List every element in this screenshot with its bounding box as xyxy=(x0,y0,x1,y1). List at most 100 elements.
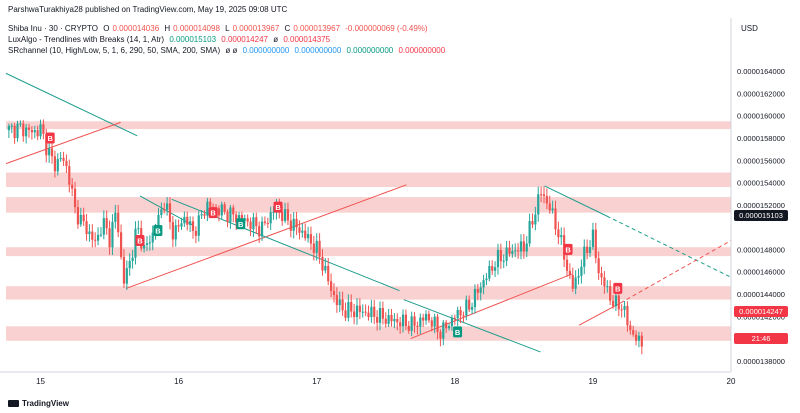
price-tick-1: 0.0000162000 xyxy=(737,89,785,98)
candle-body xyxy=(384,318,387,324)
candle-body xyxy=(249,221,252,230)
candle-57 xyxy=(171,215,174,248)
candle-body xyxy=(640,335,643,347)
trendline-down-8 xyxy=(606,215,732,278)
tradingview-logo-icon xyxy=(8,400,19,407)
candle-15 xyxy=(50,142,54,164)
candle-body xyxy=(131,257,134,262)
candle-body xyxy=(36,130,39,137)
candle-body xyxy=(522,241,525,252)
price-tick-0: 0.0000164000 xyxy=(737,67,785,76)
candle-122 xyxy=(358,298,361,320)
candle-body xyxy=(404,314,408,326)
candle-body xyxy=(508,247,511,254)
candle-body xyxy=(479,287,482,293)
candle-body xyxy=(33,130,36,133)
candle-body xyxy=(119,232,123,257)
candle-body xyxy=(540,194,543,196)
tradingview-logo[interactable]: TradingView xyxy=(8,399,69,408)
candle-body xyxy=(329,281,333,291)
candle-161 xyxy=(470,302,474,315)
candle-body xyxy=(174,225,177,240)
candle-body xyxy=(459,309,462,316)
candle-172 xyxy=(502,254,505,269)
candlestick-chart: B B B B B B B B B 0.0000164000 0.0000162000 0.0000… xyxy=(0,18,785,386)
break-marker-down-5: B xyxy=(273,201,283,213)
candle-184 xyxy=(537,186,540,222)
candle-body xyxy=(485,278,488,281)
candle-20 xyxy=(65,154,68,173)
candle-58 xyxy=(174,219,177,247)
candle-body xyxy=(260,221,264,237)
break-marker-down-3: B xyxy=(208,207,218,219)
candle-body xyxy=(48,148,51,156)
candle-86 xyxy=(255,212,258,234)
candle-132 xyxy=(387,308,390,327)
candle-body xyxy=(65,160,68,167)
candle-133 xyxy=(390,308,393,327)
break-marker-label: B xyxy=(615,284,621,293)
candle-body xyxy=(525,243,528,252)
candle-18 xyxy=(59,151,62,162)
break-marker-label: B xyxy=(565,245,571,254)
candle-body xyxy=(609,286,612,301)
candle-body xyxy=(364,311,367,313)
candle-body xyxy=(445,322,448,329)
candle-body xyxy=(189,221,192,225)
candle-62 xyxy=(186,211,189,231)
candle-32 xyxy=(99,227,103,238)
time-axis[interactable]: 15 16 17 18 19 20 xyxy=(36,377,736,386)
ohlc-open: O 0.000014036 xyxy=(103,24,160,33)
candle-body xyxy=(203,214,206,216)
candle-191 xyxy=(557,221,560,245)
candle-body xyxy=(281,211,284,221)
indicator-srchannel-name: SRchannel (10, High/Low, 5, 1, 6, 290, 5… xyxy=(8,46,221,55)
candle-body xyxy=(114,212,117,222)
candle-120 xyxy=(353,303,356,325)
indicator-srchannel-legend[interactable]: SRchannel (10, High/Low, 5, 1, 6, 290, 5… xyxy=(8,46,448,56)
candle-body xyxy=(632,330,635,335)
candle-body xyxy=(309,234,313,244)
candle-45 xyxy=(137,220,140,234)
candle-body xyxy=(76,207,80,225)
time-tick-18: 18 xyxy=(450,377,459,386)
indicator-trendlines-legend[interactable]: LuxAlgo - Trendlines with Breaks (14, 1,… xyxy=(8,35,333,45)
break-marker-label: B xyxy=(455,328,461,337)
candle-body xyxy=(292,218,295,231)
candle-body xyxy=(554,208,557,230)
symbol-name[interactable]: Shiba Inu · 30 · CRYPTO xyxy=(8,24,98,33)
candle-98 xyxy=(289,213,292,238)
candle-body xyxy=(255,217,258,227)
candle-body xyxy=(39,124,42,137)
candle-body xyxy=(353,311,356,318)
candle-129 xyxy=(378,301,382,331)
candle-body xyxy=(122,256,126,284)
candle-body xyxy=(401,314,405,327)
candle-213 xyxy=(620,304,623,318)
candle-166 xyxy=(485,273,488,286)
candle-body xyxy=(88,231,91,235)
candle-body xyxy=(462,315,465,317)
sr-zone-5 xyxy=(6,326,731,341)
indicator-srchannel-value-2: 0.000000000 xyxy=(294,46,342,55)
candle-body xyxy=(301,230,304,233)
candle-body xyxy=(177,225,180,227)
candle-204 xyxy=(594,222,597,264)
indicator-trendlines-value-2: 0.000014247 xyxy=(221,35,268,44)
candle-body xyxy=(600,273,603,278)
candle-182 xyxy=(531,213,534,229)
candle-body xyxy=(531,221,534,225)
candle-body xyxy=(419,317,422,327)
candle-103 xyxy=(304,223,307,241)
candle-body xyxy=(289,220,292,231)
candle-body xyxy=(482,280,485,288)
candle-body xyxy=(16,123,19,139)
candle-body xyxy=(387,315,390,324)
candle-body xyxy=(439,331,442,339)
candle-body xyxy=(393,318,396,322)
candle-body xyxy=(470,307,474,310)
candle-body xyxy=(416,325,419,327)
candle-body xyxy=(128,261,131,269)
candle-body xyxy=(614,295,618,307)
indicator-trendlines-value-1: 0.000015103 xyxy=(169,35,217,44)
